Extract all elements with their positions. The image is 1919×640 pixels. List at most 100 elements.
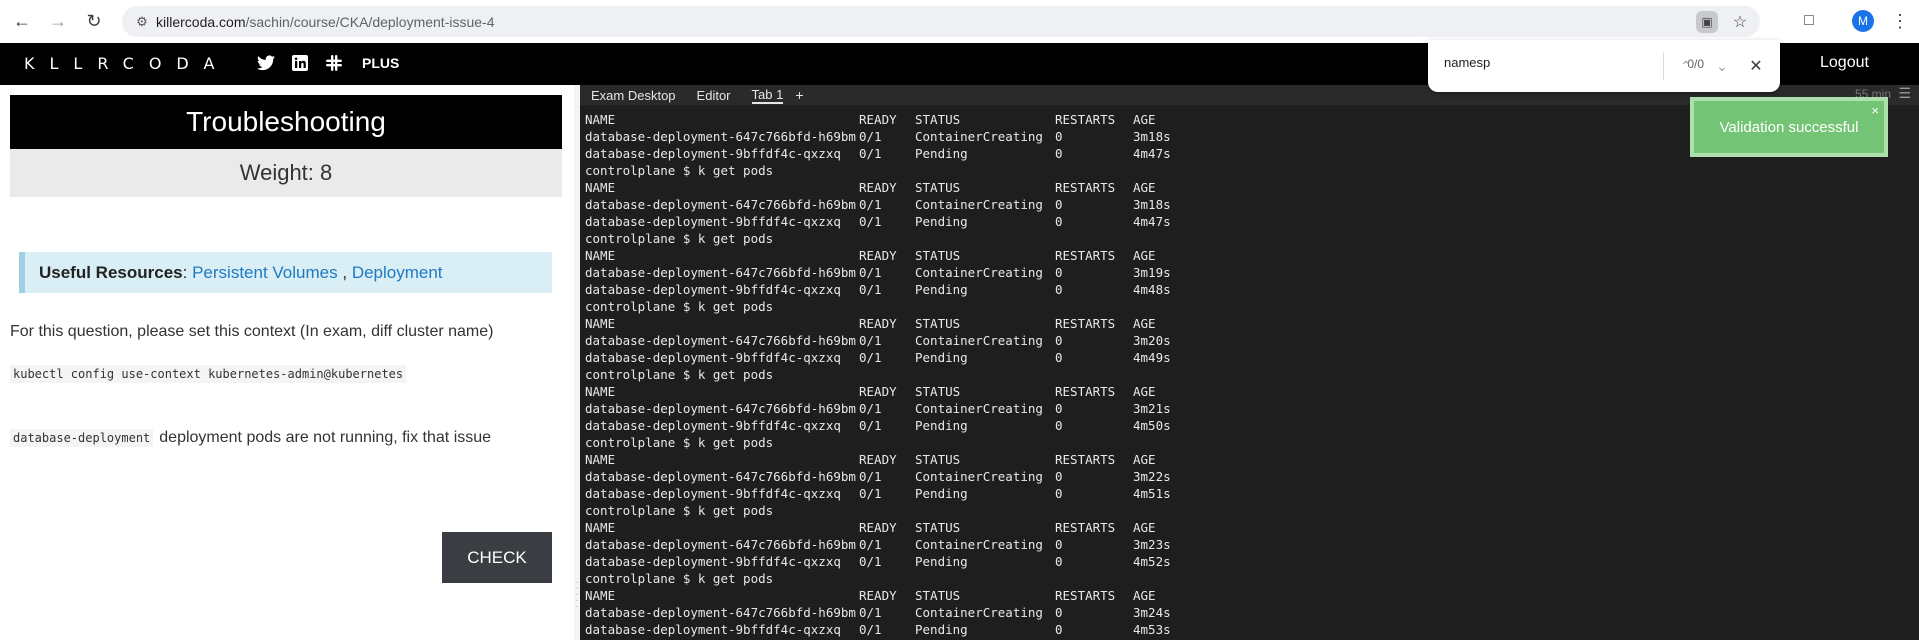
column-header: NAME bbox=[585, 588, 616, 603]
close-icon[interactable]: ✕ bbox=[1744, 54, 1768, 78]
terminal-table-row: database-deployment-647c766bfd-h69bm 0/1 C… bbox=[585, 264, 1905, 281]
terminal-menu-icon[interactable]: ☰ bbox=[1898, 85, 1911, 102]
useful-resources-box: Useful Resources: Persistent Volumes , D… bbox=[19, 252, 552, 293]
pod-status: Pending bbox=[915, 554, 968, 569]
pod-age: 3m20s bbox=[1133, 333, 1171, 348]
terminal-panel[interactable]: Exam Desktop Editor Tab 1 + 55 min ☰ NAM… bbox=[580, 85, 1919, 640]
chevron-down-icon[interactable]: ⌄ bbox=[1710, 54, 1734, 78]
pod-name: database-deployment-647c766bfd-h69bm bbox=[585, 333, 856, 348]
pod-restarts: 0 bbox=[1055, 537, 1063, 552]
pod-name: database-deployment-9bffdf4c-qxzxq bbox=[585, 146, 841, 161]
persistent-volumes-link[interactable]: Persistent Volumes bbox=[192, 263, 338, 283]
column-header: READY bbox=[859, 248, 897, 263]
terminal-table-header: NAME READY STATUS RESTARTS AGE bbox=[585, 519, 1905, 536]
terminal-table-row: database-deployment-9bffdf4c-qxzxq 0/1 Pen… bbox=[585, 553, 1905, 570]
issue-text: deployment pods are not running, fix tha… bbox=[159, 429, 492, 446]
extensions-icon[interactable]: □ bbox=[1796, 8, 1822, 34]
column-header: AGE bbox=[1133, 316, 1156, 331]
pod-ready: 0/1 bbox=[859, 282, 882, 297]
add-tab-icon[interactable]: + bbox=[795, 87, 803, 103]
pod-status: Pending bbox=[915, 282, 968, 297]
column-header: AGE bbox=[1133, 248, 1156, 263]
column-header: RESTARTS bbox=[1055, 520, 1116, 535]
page-action-icon[interactable]: ▣ bbox=[1696, 11, 1718, 33]
pod-name: database-deployment-647c766bfd-h69bm bbox=[585, 401, 856, 416]
pod-ready: 0/1 bbox=[859, 214, 882, 229]
column-header: STATUS bbox=[915, 180, 961, 195]
prompt-text: controlplane $ k get pods bbox=[585, 367, 774, 382]
chevron-up-icon[interactable]: ⌃ bbox=[1674, 54, 1698, 78]
terminal-table-header: NAME READY STATUS RESTARTS AGE bbox=[585, 315, 1905, 332]
pod-name: database-deployment-9bffdf4c-qxzxq bbox=[585, 554, 841, 569]
pod-restarts: 0 bbox=[1055, 401, 1063, 416]
killercoda-logo[interactable]: KLLRCODA bbox=[24, 54, 229, 73]
forward-icon[interactable]: → bbox=[43, 6, 73, 36]
reload-icon[interactable]: ↻ bbox=[79, 6, 109, 36]
logout-link[interactable]: Logout bbox=[1820, 54, 1869, 72]
bookmark-star-icon[interactable]: ☆ bbox=[1728, 10, 1752, 34]
pod-restarts: 0 bbox=[1055, 418, 1063, 433]
address-url: killercoda.com/sachin/course/CKA/deploym… bbox=[156, 14, 495, 30]
terminal-table-row: database-deployment-9bffdf4c-qxzxq 0/1 Pen… bbox=[585, 213, 1905, 230]
twitter-icon[interactable] bbox=[256, 53, 276, 73]
pod-ready: 0/1 bbox=[859, 401, 882, 416]
site-info-icon[interactable]: ⚙ bbox=[128, 14, 156, 30]
toast-close-icon[interactable]: × bbox=[1871, 103, 1879, 118]
context-command[interactable]: kubectl config use-context kubernetes-ad… bbox=[10, 365, 407, 383]
issue-description: database-deployment deployment pods are … bbox=[10, 429, 491, 447]
pod-ready: 0/1 bbox=[859, 486, 882, 501]
check-button[interactable]: CHECK bbox=[442, 532, 552, 583]
column-header: NAME bbox=[585, 248, 616, 263]
pod-ready: 0/1 bbox=[859, 129, 882, 144]
address-bar[interactable]: ⚙ killercoda.com/sachin/course/CKA/deplo… bbox=[122, 6, 1760, 37]
pod-age: 4m47s bbox=[1133, 146, 1171, 161]
terminal-table-header: NAME READY STATUS RESTARTS AGE bbox=[585, 247, 1905, 264]
toast-message: Validation successful bbox=[1719, 118, 1859, 136]
column-header: NAME bbox=[585, 452, 616, 467]
pod-age: 4m48s bbox=[1133, 282, 1171, 297]
prompt-text: controlplane $ k get pods bbox=[585, 503, 774, 518]
terminal-table-row: database-deployment-9bffdf4c-qxzxq 0/1 Pen… bbox=[585, 621, 1905, 638]
pod-age: 3m18s bbox=[1133, 197, 1171, 212]
pod-restarts: 0 bbox=[1055, 214, 1063, 229]
column-header: READY bbox=[859, 316, 897, 331]
prompt-text: controlplane $ k get pods bbox=[585, 571, 774, 586]
terminal-output[interactable]: NAME READY STATUS RESTARTS AGE database-deplo… bbox=[585, 111, 1905, 638]
terminal-table-row: database-deployment-647c766bfd-h69bm 0/1 C… bbox=[585, 604, 1905, 621]
pod-name: database-deployment-9bffdf4c-qxzxq bbox=[585, 622, 841, 637]
pod-status: Pending bbox=[915, 350, 968, 365]
terminal-prompt-line: controlplane $ k get pods bbox=[585, 366, 1905, 383]
tab-editor[interactable]: Editor bbox=[697, 88, 731, 103]
pod-restarts: 0 bbox=[1055, 486, 1063, 501]
pod-name: database-deployment-9bffdf4c-qxzxq bbox=[585, 486, 841, 501]
column-header: RESTARTS bbox=[1055, 452, 1116, 467]
back-icon[interactable]: ← bbox=[7, 6, 37, 36]
terminal-table-row: database-deployment-647c766bfd-h69bm 0/1 C… bbox=[585, 332, 1905, 349]
menu-dots-icon[interactable]: ⋮ bbox=[1890, 8, 1910, 34]
profile-avatar[interactable]: M bbox=[1852, 10, 1874, 32]
find-input[interactable] bbox=[1444, 55, 1614, 70]
pod-ready: 0/1 bbox=[859, 418, 882, 433]
pod-ready: 0/1 bbox=[859, 146, 882, 161]
pod-ready: 0/1 bbox=[859, 469, 882, 484]
column-header: STATUS bbox=[915, 316, 961, 331]
tab-tab-1[interactable]: Tab 1 bbox=[751, 87, 784, 104]
deployment-link[interactable]: Deployment bbox=[352, 263, 443, 283]
linkedin-icon[interactable] bbox=[290, 53, 310, 73]
pod-restarts: 0 bbox=[1055, 554, 1063, 569]
tab-exam-desktop[interactable]: Exam Desktop bbox=[591, 88, 676, 103]
slack-icon[interactable] bbox=[324, 53, 344, 73]
terminal-prompt-line: controlplane $ k get pods bbox=[585, 434, 1905, 451]
pod-age: 3m22s bbox=[1133, 469, 1171, 484]
pod-name: database-deployment-647c766bfd-h69bm bbox=[585, 129, 856, 144]
plus-link[interactable]: PLUS bbox=[362, 55, 399, 71]
terminal-table-header: NAME READY STATUS RESTARTS AGE bbox=[585, 383, 1905, 400]
pod-restarts: 0 bbox=[1055, 622, 1063, 637]
issue-deployment-name[interactable]: database-deployment bbox=[10, 429, 154, 447]
resources-colon: : bbox=[182, 262, 188, 282]
pod-restarts: 0 bbox=[1055, 197, 1063, 212]
splitter-grip-icon[interactable]: · · · · · bbox=[575, 578, 579, 612]
column-header: READY bbox=[859, 180, 897, 195]
column-header: READY bbox=[859, 520, 897, 535]
column-header: RESTARTS bbox=[1055, 112, 1116, 127]
